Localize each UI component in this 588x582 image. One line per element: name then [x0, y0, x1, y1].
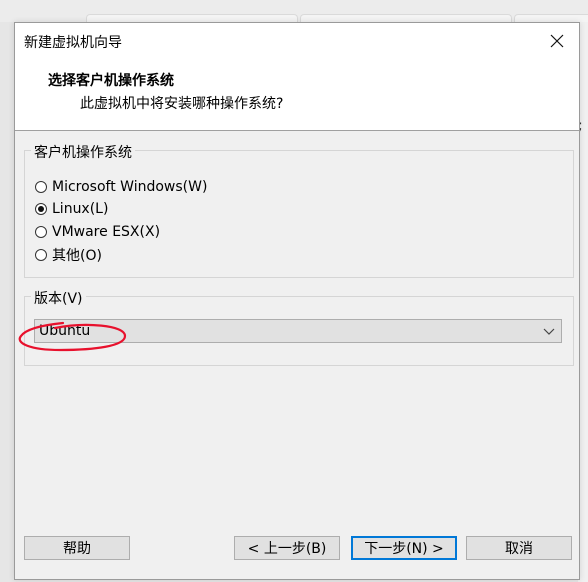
radio-label: Microsoft Windows(W) [52, 179, 208, 195]
radio-linux[interactable]: Linux(L) [35, 199, 108, 219]
radio-other[interactable]: 其他(O) [35, 245, 102, 265]
guest-os-group: 客户机操作系统 Microsoft Windows(W) Linux(L) VM… [24, 142, 574, 278]
help-button[interactable]: 帮助 [24, 536, 130, 560]
radio-vmware-esx[interactable]: VMware ESX(X) [35, 222, 160, 242]
next-button[interactable]: 下一步(N) > [351, 536, 457, 560]
cancel-button[interactable]: 取消 [466, 536, 572, 560]
version-dropdown[interactable]: Ubuntu [34, 319, 562, 343]
radio-label: VMware ESX(X) [52, 224, 161, 240]
title-bar: 新建虚拟机向导 [15, 23, 579, 59]
version-selected-value: Ubuntu [39, 323, 91, 339]
background-window-strip [0, 0, 588, 23]
new-vm-wizard-dialog: 新建虚拟机向导 选择客户机操作系统 此虚拟机中将安装哪种操作系统? 客户机操作系… [14, 22, 580, 580]
radio-label: 其他(O) [52, 248, 102, 264]
chevron-down-icon [543, 328, 555, 335]
guest-os-group-label: 客户机操作系统 [31, 142, 135, 162]
radio-button[interactable] [35, 181, 47, 193]
version-group: 版本(V) Ubuntu [24, 288, 574, 366]
version-group-label: 版本(V) [31, 288, 86, 308]
radio-button-checked[interactable] [35, 203, 47, 215]
radio-microsoft-windows[interactable]: Microsoft Windows(W) [35, 177, 207, 197]
page-title: 选择客户机操作系统 [48, 73, 174, 89]
dialog-title: 新建虚拟机向导 [24, 35, 122, 51]
wizard-header: 选择客户机操作系统 此虚拟机中将安装哪种操作系统? [15, 59, 579, 131]
close-icon [550, 34, 564, 48]
close-button[interactable] [535, 23, 579, 59]
radio-button[interactable] [35, 226, 47, 238]
radio-label: Linux(L) [52, 201, 109, 217]
page-subtitle: 此虚拟机中将安装哪种操作系统? [80, 96, 284, 112]
back-button[interactable]: < 上一步(B) [234, 536, 340, 560]
radio-button[interactable] [35, 249, 47, 261]
